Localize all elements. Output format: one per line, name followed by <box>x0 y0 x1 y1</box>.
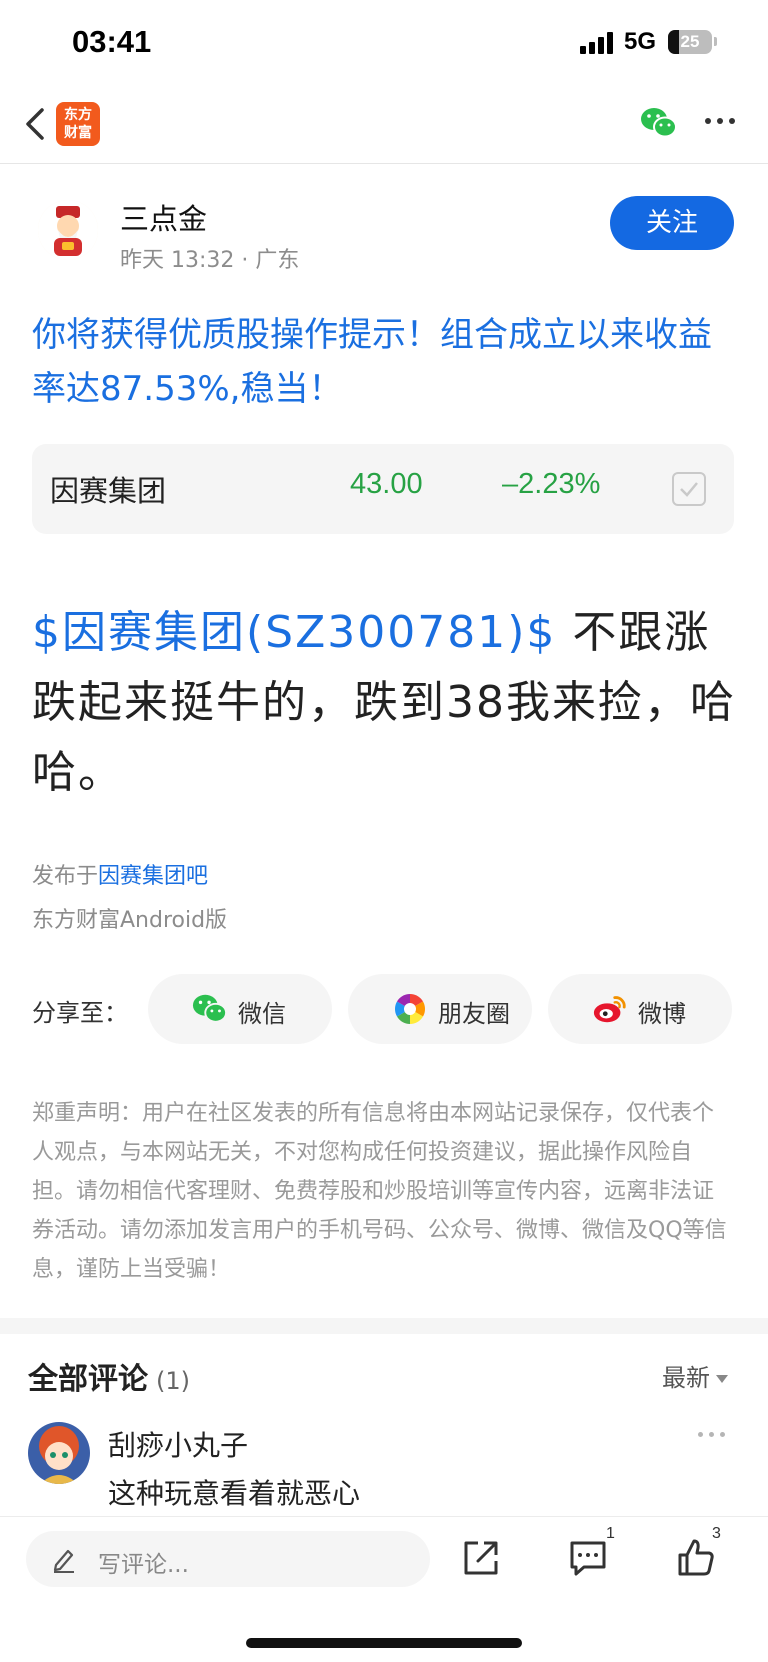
sort-label: 最新 <box>662 1364 710 1392</box>
wechat-share-icon[interactable] <box>640 106 678 140</box>
comments-title: 全部评论 (1) <box>28 1354 190 1398</box>
published-in: 发布于因赛集团吧 <box>32 858 208 890</box>
share-wechat-label: 微信 <box>238 1000 286 1028</box>
stock-name: 因赛集团 <box>50 474 167 508</box>
battery-icon: 25 <box>668 30 712 54</box>
share-weibo-label: 微博 <box>638 1000 686 1028</box>
stock-change: –2.23% <box>502 468 601 500</box>
share-wechat-button[interactable]: 微信 <box>148 974 332 1044</box>
commenter-name[interactable]: 刮痧小丸子 <box>108 1424 248 1464</box>
comment-input[interactable]: 写评论... <box>26 1531 430 1587</box>
stock-price: 43.00 <box>350 468 423 500</box>
comments-badge: 1 <box>606 1525 615 1542</box>
thumbs-up-icon[interactable] <box>676 1537 716 1577</box>
likes-badge: 3 <box>712 1525 721 1542</box>
moments-icon <box>394 994 426 1024</box>
network-type: 5G <box>624 28 657 55</box>
author-avatar[interactable] <box>38 200 98 260</box>
share-out-icon[interactable] <box>462 1539 500 1577</box>
status-time: 03:41 <box>72 24 152 59</box>
share-weibo-button[interactable]: 微博 <box>548 974 732 1044</box>
published-prefix: 发布于 <box>32 864 99 889</box>
cartoon-avatar-icon <box>28 1422 90 1484</box>
more-icon[interactable] <box>705 118 735 126</box>
share-moments-button[interactable]: 朋友圈 <box>348 974 532 1044</box>
wechat-icon <box>192 994 228 1023</box>
sort-select[interactable]: 最新 <box>662 1358 728 1393</box>
share-moments-label: 朋友圈 <box>438 1000 510 1028</box>
back-icon[interactable] <box>22 104 52 144</box>
watchlist-checkbox-icon[interactable] <box>672 472 706 506</box>
comments-icon[interactable] <box>568 1539 608 1577</box>
app-logo[interactable]: 东方 财富 <box>56 102 100 146</box>
pencil-icon <box>53 1549 74 1573</box>
promo-title[interactable]: 你将获得优质股操作提示！组合成立以来收益率达87.53%,稳当！ <box>32 308 742 416</box>
comment-placeholder: 写评论... <box>98 1552 189 1578</box>
disclaimer: 郑重声明：用户在社区发表的所有信息将由本网站记录保存，仅代表个人观点，与本网站无… <box>32 1101 727 1282</box>
battery-level: 25 <box>680 32 700 51</box>
home-indicator[interactable] <box>246 1638 522 1648</box>
battery-cap <box>714 37 717 46</box>
follow-button[interactable]: 关注 <box>610 196 734 250</box>
section-divider <box>0 1318 768 1334</box>
post-body: $因赛集团(SZ300781)$ 不跟涨跌起来挺牛的，跌到38我来捡，哈哈。 <box>32 598 738 808</box>
comment-more-icon[interactable] <box>698 1432 728 1438</box>
commenter-avatar[interactable] <box>28 1422 90 1484</box>
weibo-icon <box>593 996 626 1023</box>
comments-count: (1) <box>156 1367 190 1395</box>
signal-icon <box>580 32 616 54</box>
comment-text[interactable]: 这种玩意看着就恶心 <box>108 1472 360 1512</box>
fortune-god-avatar-icon <box>38 200 98 260</box>
status-bar: 03:41 5G 25 <box>0 0 768 90</box>
comments-title-label: 全部评论 <box>28 1362 148 1397</box>
stock-card[interactable]: 因赛集团 43.00 –2.23% <box>32 444 734 534</box>
caret-down-icon <box>716 1375 728 1383</box>
share-label: 分享至： <box>32 999 128 1027</box>
stock-link[interactable]: $因赛集团(SZ300781)$ <box>32 607 556 658</box>
nav-bar: 东方 财富 <box>0 90 768 164</box>
client-version: 东方财富Android版 <box>32 908 228 933</box>
post-meta: 昨天 13:32 · 广东 <box>120 248 300 273</box>
stock-bar-link[interactable]: 因赛集团吧 <box>98 864 208 889</box>
author-name[interactable]: 三点金 <box>120 196 207 238</box>
